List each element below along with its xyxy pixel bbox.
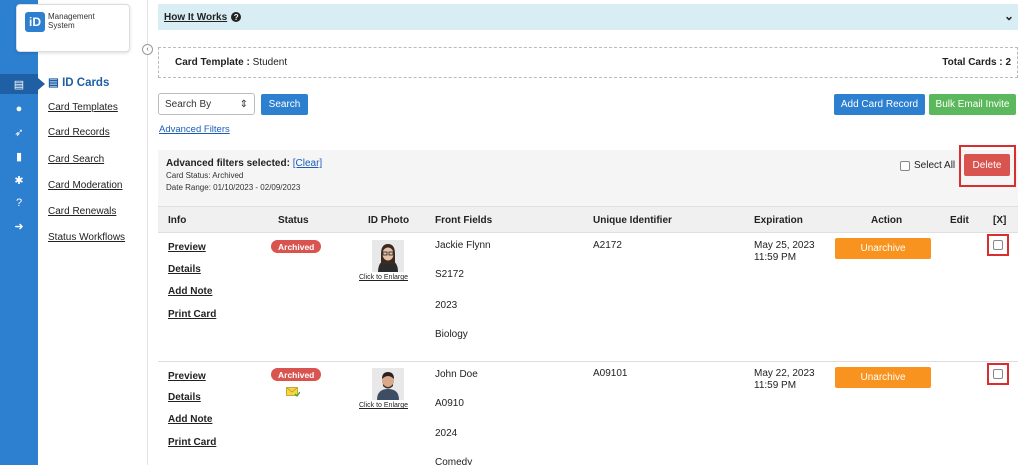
- chat-icon[interactable]: ●: [0, 99, 38, 119]
- filter-date-range: Date Range: 01/10/2023 - 02/09/2023: [166, 183, 301, 192]
- header-front-fields: Front Fields: [435, 215, 493, 226]
- add-note-link[interactable]: Add Note: [168, 286, 212, 297]
- select-all[interactable]: Select All: [900, 160, 955, 171]
- nav-card-templates[interactable]: Card Templates: [48, 102, 118, 113]
- header-info: Info: [168, 215, 187, 226]
- how-it-works-bar[interactable]: How It Works ? ⌄: [158, 4, 1018, 30]
- clear-filters-link[interactable]: [Clear]: [293, 158, 322, 169]
- header-id-photo: ID Photo: [368, 215, 410, 226]
- print-card-link[interactable]: Print Card: [168, 309, 216, 320]
- click-to-enlarge-link[interactable]: Click to Enlarge: [359, 274, 408, 281]
- row-select-highlight: [987, 363, 1009, 385]
- status-badge: Archived: [271, 368, 322, 381]
- gear-icon[interactable]: ✱: [0, 170, 38, 190]
- rocket-icon[interactable]: ➶: [0, 122, 38, 142]
- expiration: May 22, 2023 11:59 PM: [754, 368, 815, 391]
- search-button[interactable]: Search: [261, 94, 308, 115]
- unique-identifier: A2172: [593, 240, 622, 251]
- logo-card[interactable]: iD Management System: [16, 4, 130, 52]
- sidebar-nav: ▤ ID Cards Card Templates Card Records C…: [38, 0, 148, 465]
- header-action: Action: [871, 215, 903, 226]
- header-edit: Edit: [950, 215, 969, 226]
- search-by-select[interactable]: Search By ⇕: [158, 93, 255, 115]
- preview-link[interactable]: Preview: [168, 371, 206, 382]
- logout-icon[interactable]: ➜: [0, 216, 38, 236]
- header-select: [X]: [993, 215, 1007, 226]
- advanced-filters-link[interactable]: Advanced Filters: [159, 124, 230, 135]
- front-field-id: S2172: [435, 269, 464, 280]
- header-expiration: Expiration: [754, 215, 803, 226]
- template-summary: Card Template : Student Total Cards : 2: [158, 47, 1018, 78]
- nav-card-renewals[interactable]: Card Renewals: [48, 206, 116, 217]
- unarchive-button[interactable]: Unarchive: [835, 367, 931, 388]
- row-checkbox[interactable]: [993, 240, 1003, 250]
- logo-text: Management System: [48, 12, 95, 30]
- icon-rail: ▤ ● ➶ ▮ ✱ ? ➜: [0, 0, 45, 465]
- add-note-link[interactable]: Add Note: [168, 414, 212, 425]
- front-field-subject: Biology: [435, 329, 468, 340]
- filter-status: Card Status: Archived: [166, 171, 244, 180]
- nav-status-workflows[interactable]: Status Workflows: [48, 232, 125, 243]
- nav-title: ▤ ID Cards: [48, 77, 110, 89]
- front-field-name: John Doe: [435, 369, 478, 380]
- collapse-sidebar-icon[interactable]: ‹: [142, 44, 153, 55]
- table-header: Info Status ID Photo Front Fields Unique…: [158, 206, 1018, 233]
- email-sent-icon: [286, 387, 300, 397]
- expiration: May 25, 2023 11:59 PM: [754, 240, 815, 263]
- status-badge: Archived: [271, 240, 322, 253]
- id-photo[interactable]: [372, 368, 404, 400]
- id-photo[interactable]: [372, 240, 404, 272]
- front-field-name: Jackie Flynn: [435, 240, 491, 251]
- click-to-enlarge-link[interactable]: Click to Enlarge: [359, 402, 408, 409]
- front-field-subject: Comedy: [435, 457, 473, 465]
- question-icon: ?: [231, 12, 242, 22]
- card-template-info: Card Template : Student: [175, 57, 288, 68]
- unique-identifier: A09101: [593, 368, 628, 379]
- advanced-filters-panel: Advanced filters selected: [Clear] Card …: [158, 145, 1018, 206]
- print-card-link[interactable]: Print Card: [168, 437, 216, 448]
- front-field-year: 2024: [435, 428, 458, 439]
- header-status: Status: [278, 215, 309, 226]
- select-arrow-icon: ⇕: [239, 98, 248, 110]
- front-field-id: A0910: [435, 398, 464, 409]
- nav-card-search[interactable]: Card Search: [48, 154, 104, 165]
- chevron-down-icon[interactable]: ⌄: [1004, 9, 1014, 23]
- id-card-icon[interactable]: ▤: [0, 74, 45, 94]
- delete-button[interactable]: Delete: [964, 154, 1010, 176]
- row-select-highlight: [987, 234, 1009, 256]
- help-icon[interactable]: ?: [0, 193, 38, 213]
- unarchive-button[interactable]: Unarchive: [835, 238, 931, 259]
- nav-card-moderation[interactable]: Card Moderation: [48, 180, 122, 191]
- document-icon[interactable]: ▮: [0, 146, 38, 166]
- header-unique-identifier: Unique Identifier: [593, 215, 672, 226]
- preview-link[interactable]: Preview: [168, 242, 206, 253]
- logo-mark: iD: [25, 12, 45, 32]
- add-card-record-button[interactable]: Add Card Record: [834, 94, 925, 115]
- front-field-year: 2023: [435, 300, 458, 311]
- details-link[interactable]: Details: [168, 392, 201, 403]
- select-all-checkbox[interactable]: [900, 160, 910, 171]
- total-cards-info: Total Cards : 2: [942, 57, 1011, 68]
- table-row: Preview Details Add Note Print Card Arch…: [158, 362, 1018, 465]
- nav-card-records[interactable]: Card Records: [48, 127, 110, 138]
- details-link[interactable]: Details: [168, 264, 201, 275]
- bulk-email-invite-button[interactable]: Bulk Email Invite: [929, 94, 1016, 115]
- row-checkbox[interactable]: [993, 369, 1003, 379]
- main-content: How It Works ? ⌄ Card Template : Student…: [158, 0, 1024, 465]
- how-it-works-label[interactable]: How It Works: [164, 12, 227, 23]
- filters-title: Advanced filters selected: [Clear]: [166, 158, 323, 169]
- table-row: Preview Details Add Note Print Card Arch…: [158, 234, 1018, 362]
